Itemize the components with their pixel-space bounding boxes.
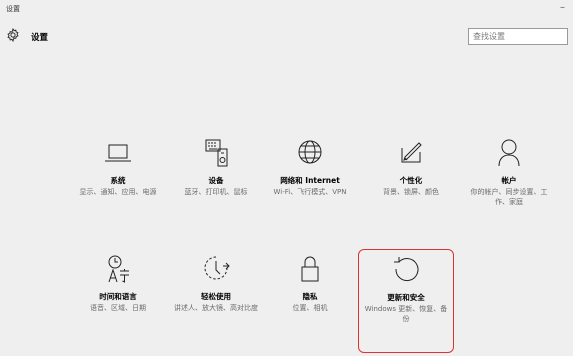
tile-label: 帐户 — [501, 176, 517, 185]
tile-label: 时间和语言 — [99, 292, 137, 301]
minimize-button[interactable]: – — [560, 2, 565, 13]
tile-description: 你的帐户、同步设置、工作、家庭 — [470, 188, 548, 206]
tile-description: Windows 更新、恢复、备份 — [364, 305, 448, 323]
tile-description: 蓝牙、打印机、鼠标 — [184, 188, 248, 196]
tile-label: 设备 — [208, 176, 224, 185]
lock-icon — [293, 252, 327, 286]
tile-accounts[interactable]: 帐户 你的帐户、同步设置、工作、家庭 — [463, 136, 555, 207]
time-language-icon — [101, 252, 135, 286]
tile-description: 显示、通知、应用、电源 — [79, 188, 157, 196]
tile-description: 位置、相机 — [292, 304, 328, 312]
tile-devices[interactable]: 设备 蓝牙、打印机、鼠标 — [170, 136, 262, 197]
tile-description: 讲述人、放大镜、高对比度 — [174, 304, 258, 312]
tile-network[interactable]: 网络和 Internet Wi-Fi、飞行模式、VPN — [264, 136, 356, 197]
tile-privacy[interactable]: 隐私 位置、相机 — [264, 252, 356, 313]
tile-time-language[interactable]: 时间和语言 语音、区域、日期 — [72, 252, 164, 313]
laptop-icon — [101, 136, 135, 170]
globe-icon — [293, 136, 327, 170]
ease-of-access-icon — [199, 252, 233, 286]
tile-ease-of-access[interactable]: 轻松使用 讲述人、放大镜、高对比度 — [170, 252, 262, 313]
personalization-icon — [394, 136, 428, 170]
tile-system[interactable]: 系统 显示、通知、应用、电源 — [72, 136, 164, 197]
title-bar: 设置 – — [0, 0, 573, 22]
tile-label: 轻松使用 — [201, 292, 231, 301]
tile-label: 系统 — [110, 176, 126, 185]
tile-label: 网络和 Internet — [280, 176, 340, 185]
tile-label: 隐私 — [302, 292, 318, 301]
gear-icon — [6, 28, 20, 42]
update-icon — [389, 253, 423, 287]
tile-personalization[interactable]: 个性化 背景、锁屏、颜色 — [365, 136, 457, 197]
page-title: 设置 — [31, 33, 49, 43]
tile-description: Wi-Fi、飞行模式、VPN — [273, 188, 347, 196]
tile-description: 语音、区域、日期 — [90, 304, 146, 312]
tile-label: 个性化 — [399, 176, 423, 185]
keyboard-icon — [199, 136, 233, 170]
tile-label: 更新和安全 — [387, 293, 425, 302]
person-icon — [492, 136, 526, 170]
search-input[interactable] — [468, 28, 568, 45]
tile-update-security[interactable]: 更新和安全 Windows 更新、恢复、备份 — [358, 249, 454, 353]
page-header: 设置 — [0, 24, 573, 56]
window-title: 设置 — [6, 5, 20, 13]
tile-description: 背景、锁屏、颜色 — [383, 188, 439, 196]
